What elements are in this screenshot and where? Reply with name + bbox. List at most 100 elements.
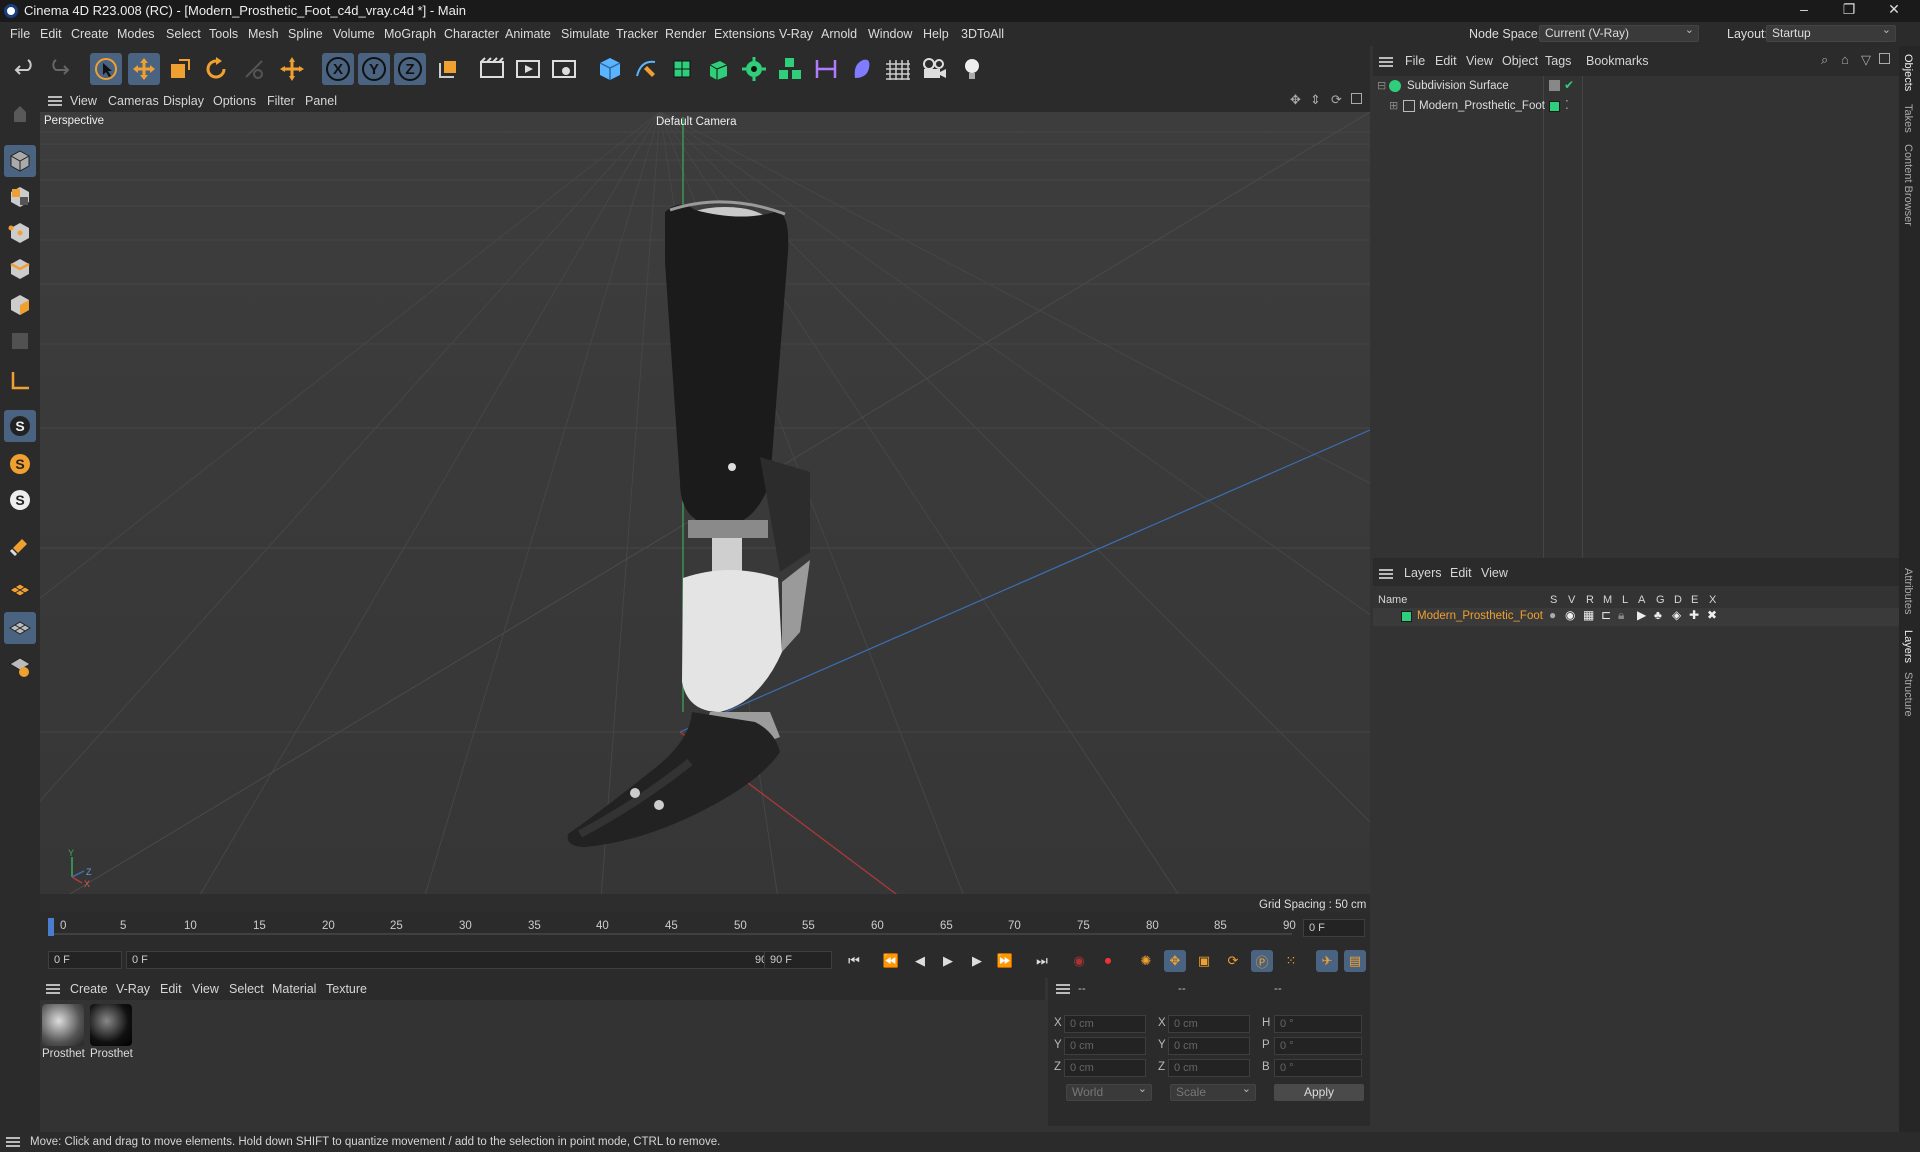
key-pla-icon[interactable]: ⁙: [1280, 950, 1302, 972]
maximize-button[interactable]: ❐: [1829, 1, 1869, 21]
grid-lock-icon[interactable]: [4, 650, 36, 682]
viewport-menu-options[interactable]: Options: [213, 94, 256, 108]
layer-flag-header[interactable]: A: [1638, 594, 1645, 606]
object-row-prosthetic[interactable]: ⊞ Modern_Prosthetic_Foot ⁚: [1373, 98, 1899, 116]
menu-modes[interactable]: Modes: [117, 27, 155, 41]
workplane-icon[interactable]: [4, 574, 36, 606]
position-x-field[interactable]: 0 cm: [1064, 1015, 1146, 1033]
texture-mode-icon[interactable]: [4, 145, 36, 177]
layer-flag-header[interactable]: D: [1674, 594, 1682, 606]
live-selection-icon[interactable]: [90, 53, 122, 85]
material-hamburger-icon[interactable]: [46, 984, 60, 994]
home-icon[interactable]: ⌂: [1841, 52, 1849, 67]
status-hamburger-icon[interactable]: [6, 1137, 20, 1147]
motion-mode-icon[interactable]: ✈: [1316, 950, 1338, 972]
tab-objects[interactable]: Objects: [1902, 54, 1914, 91]
object-menu-tags[interactable]: Tags: [1545, 54, 1571, 68]
coordinate-system-icon[interactable]: [432, 53, 464, 85]
layer-solo-icon[interactable]: ●: [1549, 608, 1556, 622]
object-hamburger-icon[interactable]: [1379, 57, 1393, 67]
layer-flag-header[interactable]: G: [1656, 594, 1665, 606]
layer-manager-icon[interactable]: ⊏: [1601, 608, 1611, 622]
menu-spline[interactable]: Spline: [288, 27, 323, 41]
grid-icon[interactable]: [4, 612, 36, 644]
redo-icon[interactable]: [42, 53, 74, 85]
next-key-icon[interactable]: ⏩: [994, 950, 1016, 972]
axis-x-icon[interactable]: X: [322, 53, 354, 85]
undo-icon[interactable]: [10, 53, 42, 85]
editor-visibility-toggle[interactable]: [1549, 80, 1560, 91]
layer-lock-icon[interactable]: 🔒︎: [1618, 608, 1624, 623]
layer-name[interactable]: Modern_Prosthetic_Foot: [1417, 610, 1543, 622]
menu-tracker[interactable]: Tracker: [616, 27, 658, 41]
menu-animate[interactable]: Animate: [505, 27, 551, 41]
collapse-icon[interactable]: ⊟: [1377, 79, 1386, 92]
scale-x-field[interactable]: 0 cm: [1168, 1015, 1250, 1033]
expand-icon[interactable]: ⊞: [1389, 99, 1398, 112]
menu-render[interactable]: Render: [665, 27, 706, 41]
deformer-icon[interactable]: [846, 53, 878, 85]
layer-render-icon[interactable]: ▦: [1583, 608, 1594, 622]
move-icon[interactable]: [128, 53, 160, 85]
viewport-rotate-icon[interactable]: ⟳: [1331, 92, 1342, 108]
timeline-ruler[interactable]: 0 5 10 15 20 25 30 35 40 45 50 55 60 65 …: [40, 912, 1370, 942]
render-settings-icon[interactable]: [548, 53, 580, 85]
layer-animation-icon[interactable]: ▶: [1637, 608, 1646, 622]
subdivision-icon[interactable]: [666, 53, 698, 85]
menu-mesh[interactable]: Mesh: [248, 27, 279, 41]
viewport-menu-panel[interactable]: Panel: [305, 94, 337, 108]
menu-3dtoall[interactable]: 3DToAll: [961, 27, 1004, 41]
object-menu-view[interactable]: View: [1466, 54, 1493, 68]
timeline-playhead[interactable]: [48, 918, 54, 936]
play-icon[interactable]: ▶: [937, 950, 959, 972]
end-frame-field[interactable]: 90 F: [764, 951, 832, 969]
layer-generators-icon[interactable]: ♣: [1654, 608, 1662, 622]
object-menu-edit[interactable]: Edit: [1435, 54, 1457, 68]
timeline-window-icon[interactable]: ▤: [1344, 950, 1366, 972]
menu-simulate[interactable]: Simulate: [561, 27, 610, 41]
pen-icon[interactable]: [630, 53, 662, 85]
material-swatch[interactable]: [42, 1004, 84, 1046]
key-position-icon[interactable]: ✥: [1164, 950, 1186, 972]
menu-window[interactable]: Window: [868, 27, 912, 41]
menu-vray[interactable]: V-Ray: [779, 27, 813, 41]
move-tool-2-icon[interactable]: [276, 53, 308, 85]
material-menu-create[interactable]: Create: [70, 982, 108, 996]
layer-color-tag[interactable]: [1549, 101, 1560, 112]
viewport-menu-display[interactable]: Display: [163, 94, 204, 108]
layer-menu-edit[interactable]: Edit: [1450, 566, 1472, 580]
close-button[interactable]: ✕: [1874, 1, 1914, 21]
viewport-menu-cameras[interactable]: Cameras: [108, 94, 159, 108]
object-row-subdivision[interactable]: ⊟ Subdivision Surface ✔: [1373, 78, 1899, 96]
record-icon[interactable]: ◉: [1068, 950, 1090, 972]
camera-icon[interactable]: [918, 53, 950, 85]
axis-z-icon[interactable]: Z: [394, 53, 426, 85]
visibility-dots-icon[interactable]: ⁚: [1565, 98, 1569, 112]
key-selection-icon[interactable]: ✺: [1135, 950, 1157, 972]
tab-structure[interactable]: Structure: [1902, 672, 1914, 717]
viewport-zoom-icon[interactable]: ⇕: [1310, 92, 1321, 108]
tab-content-browser[interactable]: Content Browser: [1902, 144, 1914, 226]
layer-flag-header[interactable]: M: [1603, 594, 1612, 606]
render-view-icon[interactable]: [476, 53, 508, 85]
points-mode-icon[interactable]: [4, 181, 36, 213]
preview-range-slider[interactable]: 0 F 90 F: [126, 951, 786, 969]
position-z-field[interactable]: 0 cm: [1064, 1059, 1146, 1077]
snap-s2-icon[interactable]: S: [4, 448, 36, 480]
material-menu-edit[interactable]: Edit: [160, 982, 182, 996]
menu-character[interactable]: Character: [444, 27, 499, 41]
layer-menu-view[interactable]: View: [1481, 566, 1508, 580]
scale-icon[interactable]: [164, 53, 196, 85]
layer-expressions-icon[interactable]: ✚: [1689, 608, 1699, 622]
tab-takes[interactable]: Takes: [1902, 104, 1914, 133]
layer-hamburger-icon[interactable]: [1379, 569, 1393, 579]
menu-select[interactable]: Select: [166, 27, 201, 41]
enabled-check-icon[interactable]: ✔: [1564, 78, 1574, 92]
viewport-menu-filter[interactable]: Filter: [267, 94, 295, 108]
viewport-pan-icon[interactable]: ✥: [1290, 92, 1301, 108]
menu-extensions[interactable]: Extensions: [714, 27, 775, 41]
axis-y-icon[interactable]: Y: [358, 53, 390, 85]
layer-menu-layers[interactable]: Layers: [1404, 566, 1442, 580]
magnet-icon[interactable]: [4, 530, 36, 562]
go-to-end-icon[interactable]: ⏭: [1031, 950, 1053, 972]
